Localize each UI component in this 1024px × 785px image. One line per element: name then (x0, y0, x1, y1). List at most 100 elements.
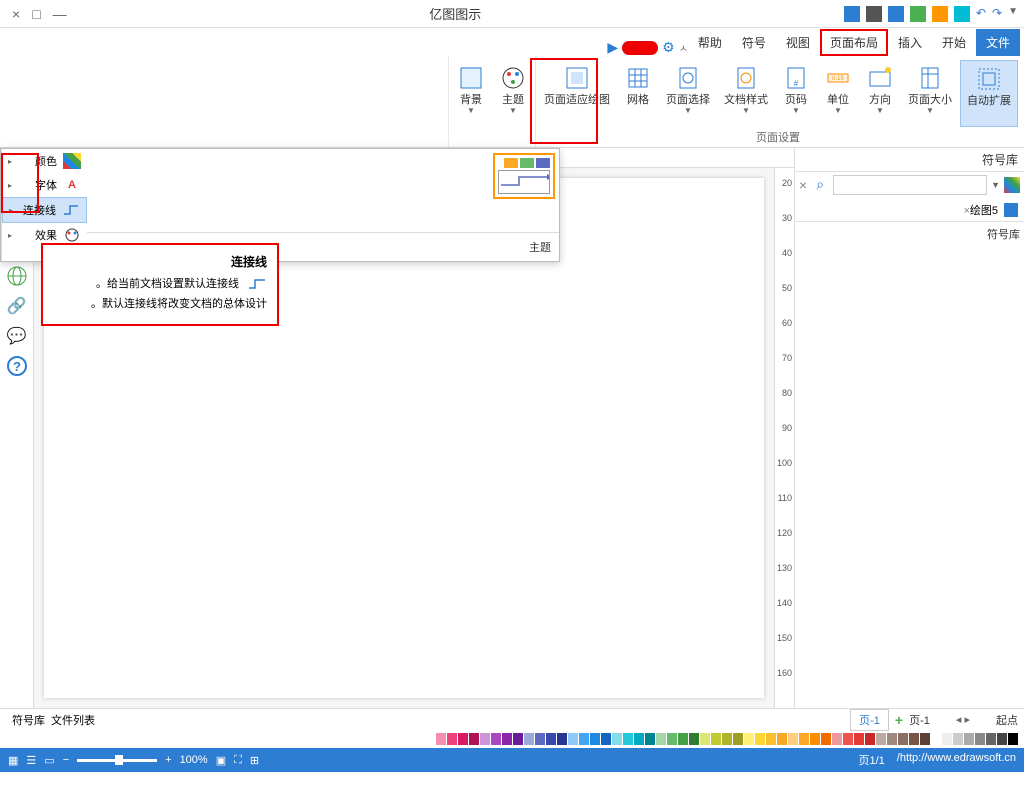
color-swatch[interactable] (964, 733, 974, 745)
help-tool-icon[interactable]: ? (6, 355, 28, 377)
minimize-button[interactable]: — (53, 6, 67, 22)
redo-icon[interactable]: ↶ (976, 6, 986, 22)
color-swatch[interactable] (436, 733, 446, 745)
symbol-search-input[interactable] (833, 175, 987, 195)
color-swatch[interactable] (568, 733, 578, 745)
color-swatch[interactable] (876, 733, 886, 745)
color-swatch[interactable] (634, 733, 644, 745)
zoom-value[interactable]: 100% (180, 754, 208, 766)
panel-dropdown[interactable]: ▼ (991, 180, 1000, 190)
color-swatch[interactable] (689, 733, 699, 745)
fullscreen-icon[interactable]: ⛶ (234, 754, 242, 767)
save-icon[interactable] (888, 6, 904, 22)
background-button[interactable]: 背景▼ (451, 60, 491, 131)
page-select-button[interactable]: 页面选择▼ (660, 60, 716, 127)
page-number-button[interactable]: # 页码▼ (776, 60, 816, 127)
tab-page-layout[interactable]: 页面布局 (820, 29, 888, 56)
doc-style-button[interactable]: 文档样式▼ (718, 60, 774, 127)
page-tab-1[interactable]: 页-1 (850, 709, 889, 731)
theme-thumb-1[interactable] (493, 153, 555, 199)
color-swatch[interactable] (909, 733, 919, 745)
theme-fonts-option[interactable]: A 字体▸ (2, 173, 87, 197)
add-page-button[interactable]: + (895, 712, 903, 728)
color-swatch[interactable] (865, 733, 875, 745)
globe-tool-icon[interactable] (6, 265, 28, 287)
color-swatch[interactable] (469, 733, 479, 745)
collapse-icon[interactable]: ㅅ (679, 40, 688, 55)
symbols-label[interactable]: 符号库 (12, 712, 45, 728)
link-tool-icon[interactable]: 🔗 (6, 295, 28, 317)
fit-drawing-button[interactable]: 页面适应绘图 (538, 60, 616, 127)
color-swatch[interactable] (623, 733, 633, 745)
color-swatch[interactable] (590, 733, 600, 745)
theme-colors-option[interactable]: 颜色▸ (2, 149, 87, 173)
color-swatch[interactable] (447, 733, 457, 745)
fit-icon[interactable]: ▣ (216, 754, 226, 767)
color-swatch[interactable] (612, 733, 622, 745)
color-swatch[interactable] (502, 733, 512, 745)
color-swatch[interactable] (480, 733, 490, 745)
orientation-button[interactable]: 方向▼ (860, 60, 900, 127)
files-list-label[interactable]: 文件列表 (51, 712, 95, 728)
color-swatch[interactable] (513, 733, 523, 745)
color-swatch[interactable] (788, 733, 798, 745)
panel-close-icon[interactable]: × (799, 177, 807, 193)
color-swatch[interactable] (920, 733, 930, 745)
theme-button[interactable]: 主题▼ (493, 60, 533, 131)
color-swatch[interactable] (931, 733, 941, 745)
color-swatch[interactable] (755, 733, 765, 745)
color-swatch[interactable] (843, 733, 853, 745)
tab-insert[interactable]: 插入 (888, 29, 932, 56)
color-swatch[interactable] (579, 733, 589, 745)
tab-help[interactable]: 帮助 (688, 29, 732, 56)
color-swatch[interactable] (810, 733, 820, 745)
page-size-button[interactable]: 页面大小▼ (902, 60, 958, 127)
unit-button[interactable]: 0.15 单位▼ (818, 60, 858, 127)
color-swatch[interactable] (799, 733, 809, 745)
qat-icon[interactable] (844, 6, 860, 22)
tab-file[interactable]: 文件 (976, 29, 1020, 56)
print-icon[interactable] (866, 6, 882, 22)
color-swatch[interactable] (601, 733, 611, 745)
color-swatch[interactable] (766, 733, 776, 745)
color-swatch[interactable] (942, 733, 952, 745)
comment-tool-icon[interactable]: 💬 (6, 325, 28, 347)
color-swatch[interactable] (546, 733, 556, 745)
settings-icon[interactable]: ⚙ (662, 39, 675, 56)
color-swatch[interactable] (898, 733, 908, 745)
color-swatch[interactable] (557, 733, 567, 745)
color-swatch[interactable] (700, 733, 710, 745)
view-list-icon[interactable]: ☰ (26, 754, 36, 767)
search-icon[interactable]: ⌕ (811, 176, 829, 194)
color-swatch[interactable] (722, 733, 732, 745)
color-swatch[interactable] (678, 733, 688, 745)
color-swatch[interactable] (975, 733, 985, 745)
color-swatch[interactable] (986, 733, 996, 745)
color-swatch[interactable] (887, 733, 897, 745)
color-swatch[interactable] (1008, 733, 1018, 745)
color-swatch[interactable] (997, 733, 1007, 745)
color-swatch[interactable] (953, 733, 963, 745)
color-swatch[interactable] (821, 733, 831, 745)
grid-toggle-icon[interactable]: ⊞ (250, 754, 259, 767)
color-swatch[interactable] (733, 733, 743, 745)
grid-button[interactable]: 网格 (618, 60, 658, 127)
tab-symbols[interactable]: 符号 (732, 29, 776, 56)
view-page-icon[interactable]: ▭ (44, 754, 54, 767)
theme-connector-option[interactable]: 连接线▸ (2, 197, 87, 223)
symbol-tab[interactable]: 绘图5× (953, 200, 1004, 220)
color-swatch[interactable] (711, 733, 721, 745)
tab-start[interactable]: 开始 (932, 29, 976, 56)
tab-view[interactable]: 视图 (776, 29, 820, 56)
qat-dropdown[interactable]: ▼ (1008, 6, 1018, 22)
color-swatch[interactable] (744, 733, 754, 745)
color-swatch[interactable] (667, 733, 677, 745)
color-swatch[interactable] (524, 733, 534, 745)
auto-expand-button[interactable]: 自动扩展 (960, 60, 1018, 127)
color-swatch[interactable] (777, 733, 787, 745)
share-icon[interactable] (910, 6, 926, 22)
zoom-slider[interactable] (77, 759, 157, 762)
undo-icon[interactable] (954, 6, 970, 22)
redo2-icon[interactable]: ↷ (992, 6, 1002, 22)
color-swatch[interactable] (491, 733, 501, 745)
